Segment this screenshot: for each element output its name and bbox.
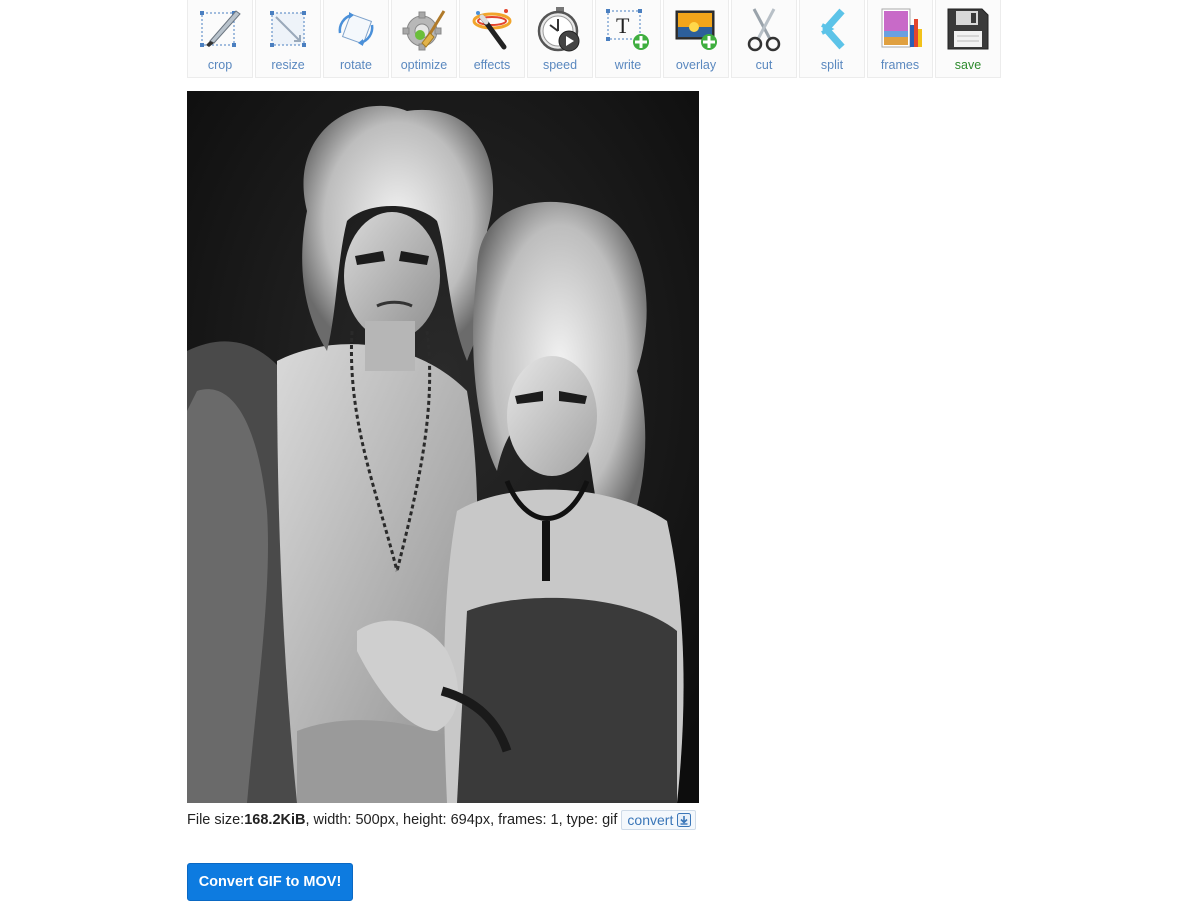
tool-speed[interactable]: speed [527,0,593,78]
tool-label: effects [473,58,511,72]
optimize-icon [402,10,446,51]
split-icon [821,8,845,50]
tool-effects[interactable]: effects [459,0,525,78]
tool-label: rotate [340,58,372,72]
rotate-icon [338,12,374,46]
download-icon [677,812,692,827]
tool-label: write [614,58,642,72]
tool-cut[interactable]: cut [731,0,797,78]
tool-save[interactable]: save [935,0,1001,78]
gif-preview-image [187,91,699,803]
tool-optimize[interactable]: optimize [391,0,457,78]
tool-label: save [954,58,982,72]
tool-resize[interactable]: resize [255,0,321,78]
convert-gif-to-mov-button[interactable]: Convert GIF to MOV! [187,863,353,901]
tool-label: split [820,58,844,72]
frames-icon [881,8,922,48]
overlay-icon [675,10,717,50]
write-icon: T [606,9,649,50]
tool-overlay[interactable]: overlay [663,0,729,78]
tool-write[interactable]: T write [595,0,661,78]
tool-frames[interactable]: frames [867,0,933,78]
file-size-value: 168.2KiB [244,812,306,828]
cut-icon [747,8,781,52]
file-info: File size: 168.2KiB , width: 500px, heig… [187,810,697,830]
file-info-details: , width: 500px, height: 694px, frames: 1… [305,812,618,828]
tool-label: optimize [400,58,448,72]
file-info-prefix: File size: [187,812,245,828]
editor-toolbar: crop resize rotate optimize effects spee… [187,0,1001,78]
tool-split[interactable]: split [799,0,865,78]
tool-crop[interactable]: crop [187,0,253,78]
tool-label: cut [755,58,773,72]
photo-placeholder [187,91,699,803]
convert-label: convert [627,811,674,828]
tool-label: resize [271,58,305,72]
tool-label: frames [880,58,920,72]
svg-text:T: T [616,13,630,38]
tool-label: overlay [675,58,717,72]
speed-icon [537,7,580,52]
tool-rotate[interactable]: rotate [323,0,389,78]
resize-icon [270,11,306,47]
crop-icon [200,10,241,47]
tool-label: speed [542,58,578,72]
tool-label: crop [207,58,233,72]
convert-button[interactable]: convert [621,810,697,830]
save-icon [947,8,989,50]
effects-icon [472,9,512,50]
